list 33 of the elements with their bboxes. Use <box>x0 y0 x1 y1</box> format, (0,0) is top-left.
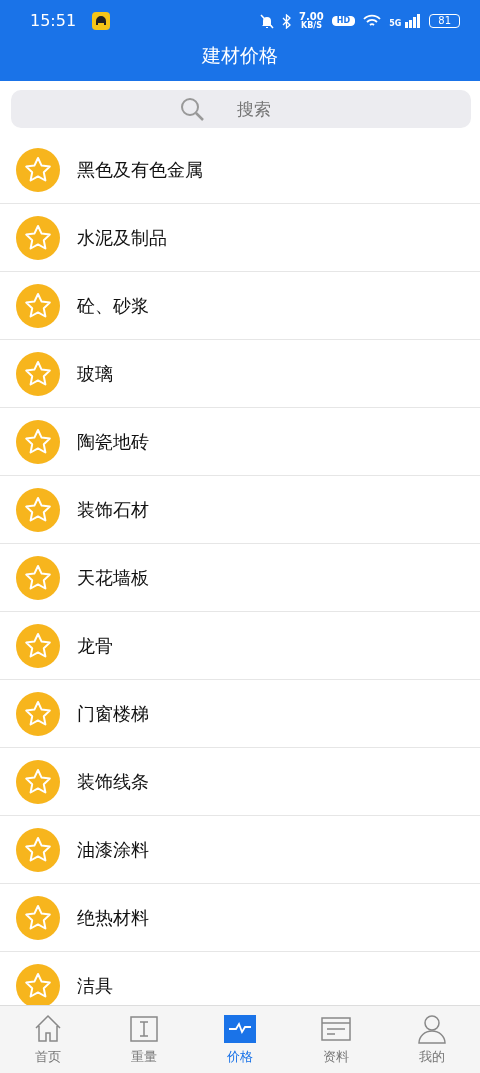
tab-item[interactable]: 资料 <box>288 1006 384 1073</box>
category-row[interactable]: 装饰石材 <box>0 476 480 544</box>
chart-icon <box>224 1012 256 1045</box>
category-row[interactable]: 黑色及有色金属 <box>0 136 480 204</box>
battery-level: 81 <box>429 14 460 28</box>
app-icon <box>92 12 111 30</box>
category-row[interactable]: 装饰线条 <box>0 748 480 816</box>
category-row[interactable]: 绝热材料 <box>0 884 480 952</box>
network-type: 5G <box>389 20 402 28</box>
category-row[interactable]: 天花墙板 <box>0 544 480 612</box>
tab-item[interactable]: 我的 <box>384 1006 480 1073</box>
speed-unit: KB/S <box>300 22 322 30</box>
muted-bell-icon <box>260 13 275 29</box>
bluetooth-icon <box>282 13 292 29</box>
category-row[interactable]: 玻璃 <box>0 340 480 408</box>
category-row[interactable]: 水泥及制品 <box>0 204 480 272</box>
category-row[interactable]: 门窗楼梯 <box>0 680 480 748</box>
person-icon <box>416 1012 448 1045</box>
page-title: 建材价格 <box>201 43 279 68</box>
tab-item[interactable]: 价格 <box>192 1006 288 1073</box>
hd-badge: HD <box>331 16 356 26</box>
wifi-icon <box>363 14 382 28</box>
tab-item[interactable]: 首页 <box>0 1006 96 1073</box>
tab-item[interactable]: 重量 <box>96 1006 192 1073</box>
signal-icon <box>405 14 422 28</box>
search-field[interactable]: 搜索 <box>11 90 471 128</box>
search-icon <box>179 96 205 122</box>
category-row[interactable]: 陶瓷地砖 <box>0 408 480 476</box>
category-row[interactable]: 油漆涂料 <box>0 816 480 884</box>
status-time: 15:51 <box>30 10 77 32</box>
category-row[interactable]: 龙骨 <box>0 612 480 680</box>
category-row[interactable]: 砼、砂浆 <box>0 272 480 340</box>
network-speed: 7.00 <box>299 12 324 22</box>
